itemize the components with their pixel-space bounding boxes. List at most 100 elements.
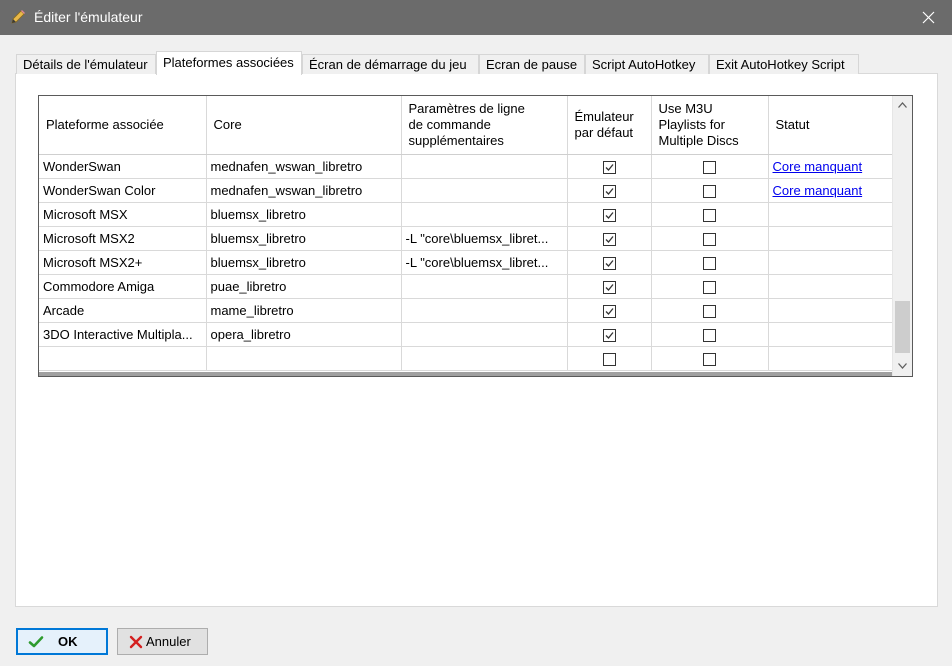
header-status[interactable]: Statut — [768, 96, 893, 155]
table-row[interactable]: WonderSwan mednafen_wswan_libretro Core ma… — [39, 154, 893, 179]
cell-core[interactable]: mednafen_wswan_libretro — [206, 154, 402, 179]
cancel-button[interactable]: Annuler — [117, 628, 208, 655]
cell-m3u[interactable] — [651, 202, 769, 227]
close-button[interactable] — [906, 0, 952, 35]
status-link[interactable]: Core manquant — [773, 159, 863, 174]
cell-m3u[interactable] — [651, 298, 769, 323]
header-m3u[interactable]: Use M3U Playlists for Multiple Discs — [651, 96, 769, 155]
checkbox-unchecked[interactable] — [703, 305, 716, 319]
cell-status[interactable] — [768, 274, 893, 299]
cell-core[interactable]: bluemsx_libretro — [206, 226, 402, 251]
cell-platform[interactable]: WonderSwan — [39, 154, 207, 179]
checkbox-unchecked[interactable] — [703, 233, 716, 247]
cell-core[interactable] — [206, 346, 402, 371]
tab-associated-platforms[interactable]: Plateformes associées — [156, 51, 302, 75]
table-row[interactable]: Microsoft MSX bluemsx_libretro — [39, 202, 893, 227]
cell-core[interactable]: mame_libretro — [206, 298, 402, 323]
header-core[interactable]: Core — [206, 96, 402, 155]
cell-params[interactable] — [401, 346, 568, 371]
cell-platform[interactable]: WonderSwan Color — [39, 178, 207, 203]
cell-status[interactable] — [768, 322, 893, 347]
cell-default-emulator[interactable] — [567, 250, 652, 275]
cell-params[interactable] — [401, 322, 568, 347]
cell-core[interactable]: puae_libretro — [206, 274, 402, 299]
scrollbar-thumb[interactable] — [895, 301, 910, 353]
tab-exit-autohotkey-script[interactable]: Exit AutoHotkey Script — [709, 54, 859, 74]
table-row[interactable]: Arcade mame_libretro — [39, 298, 893, 323]
cell-default-emulator[interactable] — [567, 322, 652, 347]
cell-core[interactable]: bluemsx_libretro — [206, 250, 402, 275]
cell-m3u[interactable] — [651, 154, 769, 179]
cell-status[interactable] — [768, 202, 893, 227]
cell-params[interactable] — [401, 202, 568, 227]
cell-params[interactable] — [401, 178, 568, 203]
cell-core[interactable]: opera_libretro — [206, 322, 402, 347]
table-row[interactable]: Microsoft MSX2 bluemsx_libretro -L "core\b… — [39, 226, 893, 251]
cell-m3u[interactable] — [651, 346, 769, 371]
checkbox-checked[interactable] — [602, 185, 616, 199]
checkbox-unchecked[interactable] — [703, 353, 716, 367]
ok-button[interactable]: OK — [16, 628, 108, 655]
cell-params[interactable] — [401, 154, 568, 179]
cell-platform[interactable]: Commodore Amiga — [39, 274, 207, 299]
header-params[interactable]: Paramètres de ligne de commande suppléme… — [401, 96, 568, 155]
checkbox-checked[interactable] — [602, 281, 616, 295]
table-row[interactable]: WonderSwan Color mednafen_wswan_libretro C… — [39, 178, 893, 203]
checkbox-checked[interactable] — [602, 233, 616, 247]
tab-emulator-details[interactable]: Détails de l'émulateur — [16, 54, 156, 74]
cell-status[interactable]: Core manquant — [768, 154, 893, 179]
checkbox-unchecked[interactable] — [703, 329, 716, 343]
scroll-down-button[interactable] — [893, 357, 912, 376]
cell-m3u[interactable] — [651, 226, 769, 251]
cell-core[interactable]: mednafen_wswan_libretro — [206, 178, 402, 203]
cell-default-emulator[interactable] — [567, 346, 652, 371]
tab-autohotkey-script[interactable]: Script AutoHotkey — [585, 54, 709, 74]
header-default-emulator[interactable]: Émulateur par défaut — [567, 96, 652, 155]
checkbox-checked[interactable] — [602, 329, 616, 343]
tab-pause-screen[interactable]: Ecran de pause — [479, 54, 585, 74]
checkbox-checked[interactable] — [602, 209, 616, 223]
checkbox-unchecked[interactable] — [602, 353, 616, 367]
cell-m3u[interactable] — [651, 250, 769, 275]
checkbox-unchecked[interactable] — [703, 185, 716, 199]
cell-status[interactable] — [768, 250, 893, 275]
header-platform[interactable]: Plateforme associée — [39, 96, 207, 155]
cell-platform[interactable]: Microsoft MSX2+ — [39, 250, 207, 275]
cell-platform[interactable] — [39, 346, 207, 371]
checkbox-unchecked[interactable] — [703, 161, 716, 175]
table-row[interactable]: Microsoft MSX2+ bluemsx_libretro -L "core\… — [39, 250, 893, 275]
cell-default-emulator[interactable] — [567, 178, 652, 203]
checkbox-unchecked[interactable] — [703, 257, 716, 271]
status-link[interactable]: Core manquant — [773, 183, 863, 198]
cell-status[interactable] — [768, 226, 893, 251]
cell-default-emulator[interactable] — [567, 298, 652, 323]
cell-default-emulator[interactable] — [567, 226, 652, 251]
cell-m3u[interactable] — [651, 178, 769, 203]
checkbox-checked[interactable] — [602, 257, 616, 271]
cell-default-emulator[interactable] — [567, 274, 652, 299]
cell-status[interactable]: Core manquant — [768, 178, 893, 203]
scroll-up-button[interactable] — [893, 96, 912, 115]
cell-params[interactable] — [401, 298, 568, 323]
cell-params[interactable]: -L "core\bluemsx_libret... — [401, 226, 568, 251]
checkbox-checked[interactable] — [602, 305, 616, 319]
cell-params[interactable]: -L "core\bluemsx_libret... — [401, 250, 568, 275]
cell-platform[interactable]: Microsoft MSX — [39, 202, 207, 227]
cell-platform[interactable]: 3DO Interactive Multipla... — [39, 322, 207, 347]
vertical-scrollbar[interactable] — [892, 96, 912, 376]
tab-game-startup-screen[interactable]: Écran de démarrage du jeu — [302, 54, 479, 74]
checkbox-unchecked[interactable] — [703, 209, 716, 223]
cell-m3u[interactable] — [651, 274, 769, 299]
platforms-grid[interactable]: Plateforme associée Core Paramètres de l… — [38, 95, 913, 377]
table-row[interactable]: 3DO Interactive Multipla... opera_libretr… — [39, 322, 893, 347]
cell-params[interactable] — [401, 274, 568, 299]
cell-core[interactable]: bluemsx_libretro — [206, 202, 402, 227]
cell-status[interactable] — [768, 346, 893, 371]
checkbox-checked[interactable] — [602, 161, 616, 175]
table-row[interactable] — [39, 346, 893, 371]
cell-platform[interactable]: Microsoft MSX2 — [39, 226, 207, 251]
table-row[interactable]: Commodore Amiga puae_libretro — [39, 274, 893, 299]
cell-default-emulator[interactable] — [567, 154, 652, 179]
cell-platform[interactable]: Arcade — [39, 298, 207, 323]
checkbox-unchecked[interactable] — [703, 281, 716, 295]
